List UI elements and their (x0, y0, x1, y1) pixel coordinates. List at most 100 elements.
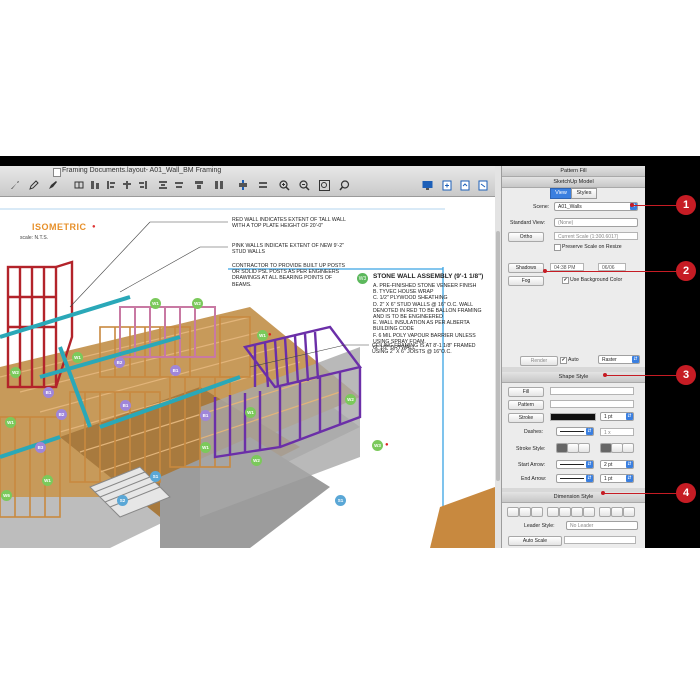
pattern-fill-header[interactable]: Pattern Fill (502, 166, 645, 177)
stroke-swatch[interactable] (550, 413, 596, 421)
shadow-date-field[interactable]: 06/06 (598, 263, 626, 271)
wall-tag: W1 (72, 352, 83, 363)
window-title: Framing Documents.layout- A01_Wall_BM Fr… (62, 167, 222, 174)
presentation-icon[interactable] (420, 178, 434, 192)
dim-offset-button[interactable] (611, 507, 623, 517)
join-bevel-button[interactable] (622, 443, 634, 453)
wall-tag: W1 (42, 475, 53, 486)
pattern-swatch[interactable] (550, 400, 634, 408)
dashes-scale-field[interactable]: 1 x (600, 428, 634, 436)
chevron-down-icon: ⇵ (626, 461, 633, 468)
align-right-icon[interactable] (136, 178, 150, 192)
end-arrow-size-select[interactable]: 1 pt ⇵ (600, 474, 634, 483)
callout-1: 1 (676, 195, 696, 215)
stone-wall-item: E. WALL INSULATION AS PER ALBERTA BUILDI… (373, 320, 470, 333)
fill-button[interactable]: Fill (508, 387, 544, 397)
callout-leader (605, 375, 678, 376)
dim-offset-button[interactable] (623, 507, 635, 517)
callout-anchor (601, 491, 605, 495)
preserve-scale-checkbox[interactable] (554, 244, 561, 251)
distribute-icon[interactable] (156, 178, 170, 192)
beam-tag: B3 (35, 442, 46, 453)
arrange-icon[interactable] (172, 178, 186, 192)
zoom-out-icon[interactable] (297, 178, 311, 192)
stone-wall-list: A. PRE-FINISHED STONE VENEER FINISH B. T… (373, 283, 488, 351)
start-arrow-select[interactable]: ⇵ (556, 460, 594, 469)
sketchup-model-header[interactable]: SketchUp Model (502, 177, 645, 188)
drawing-canvas[interactable]: ISOMETRIC ● scale: N.T.S. RED WALL INDIC… (0, 197, 495, 548)
tab-styles[interactable]: Styles (571, 188, 597, 199)
shadows-button[interactable]: Shadows (508, 263, 544, 273)
callout-leader (632, 205, 678, 206)
fill-swatch[interactable] (550, 387, 634, 395)
stroke-style-label: Stroke Style: (516, 446, 546, 452)
beam-tag: B2 (56, 409, 67, 420)
dim-text-above-button[interactable] (507, 507, 519, 517)
dashes-select[interactable]: ⇵ (556, 427, 594, 436)
callout-leader (603, 493, 678, 494)
scene-select[interactable]: A01_Walls ⇵ (554, 202, 638, 211)
fog-button[interactable]: Fog (508, 276, 544, 286)
add-page-icon[interactable] (440, 178, 454, 192)
render-button[interactable]: Render (520, 356, 558, 366)
space-icon[interactable] (256, 178, 270, 192)
slab-tag: S1 (150, 471, 161, 482)
stroke-button[interactable]: Stroke (508, 413, 544, 423)
align-center-icon[interactable] (120, 178, 134, 192)
group-icon[interactable] (192, 178, 206, 192)
share-icon[interactable] (476, 178, 490, 192)
note-red-wall: RED WALL INDICATES EXTENT OF TALL WALL W… (232, 217, 346, 230)
tab-view[interactable]: View (550, 188, 572, 199)
pen-icon[interactable] (27, 178, 41, 192)
cap-square-button[interactable] (578, 443, 590, 453)
dim-align-button[interactable] (583, 507, 595, 517)
start-arrow-size-select[interactable]: 2 pt ⇵ (600, 460, 634, 469)
export-icon[interactable] (458, 178, 472, 192)
inspector-panel: Pattern Fill SketchUp Model View Styles … (501, 166, 645, 548)
dim-text-center-button[interactable] (519, 507, 531, 517)
shadow-time-field[interactable]: 04:38 PM (550, 263, 584, 271)
pencil-icon[interactable] (46, 178, 60, 192)
use-bg-color-checkbox[interactable]: ✓ (562, 277, 569, 284)
select-icon[interactable] (8, 178, 22, 192)
align-vertical-icon[interactable] (236, 178, 250, 192)
shape-style-header[interactable]: Shape Style (502, 372, 645, 383)
stroke-width-select[interactable]: 1 pt ⇵ (600, 412, 634, 421)
dim-align-button[interactable] (571, 507, 583, 517)
dim-align-button[interactable] (547, 507, 559, 517)
pattern-button[interactable]: Pattern (508, 400, 544, 410)
ortho-button[interactable]: Ortho (508, 232, 544, 242)
current-scale-field[interactable]: Current Scale (1:300.6017) (554, 232, 638, 240)
wall-tag: W2 (10, 367, 21, 378)
end-arrow-size: 1 pt (604, 476, 613, 482)
slab-tag: S2 (117, 495, 128, 506)
leader-style-value: No Leader (570, 523, 594, 529)
zoom-in-icon[interactable] (277, 178, 291, 192)
scene-label: Scene: (533, 204, 550, 210)
dim-offset-button[interactable] (599, 507, 611, 517)
zoom-fit-icon[interactable] (317, 178, 331, 192)
note-contractor: CONTRACTOR TO PROVIDE BUILT UP POSTS OR … (232, 263, 345, 288)
zoom-tool-icon[interactable] (337, 178, 351, 192)
revision-marker: ● (385, 442, 389, 448)
style-icon[interactable] (88, 178, 102, 192)
end-arrow-label: End Arrow: (521, 476, 547, 482)
dim-align-button[interactable] (559, 507, 571, 517)
ungroup-icon[interactable] (212, 178, 226, 192)
callout-anchor (543, 269, 547, 273)
scrollbar-thumb[interactable] (496, 231, 500, 481)
leader-style-select[interactable]: No Leader (566, 521, 638, 530)
note-pink-wall: PINK WALLS INDICATE EXTENT OF NEW 9'-2" … (232, 243, 344, 256)
eraser-icon[interactable] (72, 178, 86, 192)
wall-tag: W1 (257, 330, 268, 341)
end-arrow-select[interactable]: ⇵ (556, 474, 594, 483)
dim-text-below-button[interactable] (531, 507, 543, 517)
auto-scale-button[interactable]: Auto Scale (508, 536, 562, 546)
standard-view-select[interactable]: (None) (554, 218, 638, 227)
auto-render-checkbox[interactable]: ✓ (560, 357, 567, 364)
raster-select[interactable]: Raster ⇵ (598, 355, 640, 364)
wall-tag: W3 (372, 440, 383, 451)
auto-scale-field[interactable] (564, 536, 636, 544)
chevron-down-icon: ⇵ (586, 428, 593, 435)
align-left-icon[interactable] (104, 178, 118, 192)
